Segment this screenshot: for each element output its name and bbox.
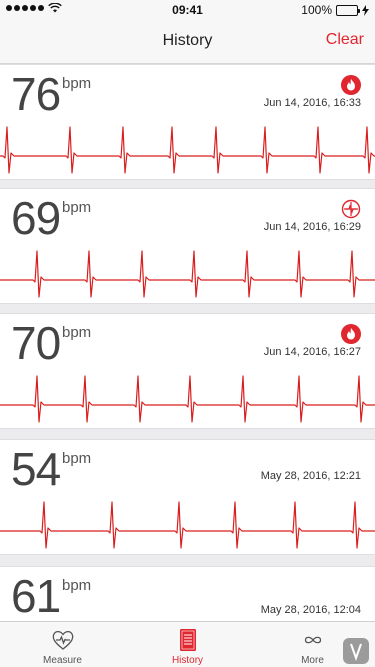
infinity-icon	[304, 636, 321, 644]
flame-icon	[341, 324, 361, 344]
ecg-trace	[0, 501, 375, 549]
tab-label: Measure	[43, 655, 82, 666]
navigation-bar: History Clear	[0, 20, 375, 64]
record-timestamp: Jun 14, 2016, 16:33	[263, 97, 361, 109]
bpm-unit: bpm	[62, 577, 92, 594]
tab-bar: Measure History More	[0, 621, 375, 667]
history-record[interactable]: 76 bpm Jun 14, 2016, 16:33	[0, 64, 375, 180]
ecg-waveform	[0, 501, 375, 549]
bpm-value: 70	[11, 317, 61, 369]
ecg-waveform	[0, 375, 375, 423]
charging-bolt-icon	[362, 4, 369, 16]
flame-icon	[341, 75, 361, 95]
battery-status: 100%	[301, 3, 369, 17]
record-timestamp: Jun 14, 2016, 16:29	[263, 221, 361, 233]
app-corner-badge	[343, 638, 369, 664]
tab-history[interactable]: History	[125, 622, 250, 667]
record-timestamp: May 28, 2016, 12:04	[260, 604, 361, 616]
tab-label: More	[301, 655, 324, 666]
page-title: History	[162, 32, 213, 49]
heart-pulse-icon	[52, 630, 73, 650]
history-record[interactable]: 70 bpm Jun 14, 2016, 16:27	[0, 313, 375, 429]
bpm-unit: bpm	[62, 199, 92, 216]
bpm-unit: bpm	[62, 450, 92, 467]
bpm-unit: bpm	[62, 75, 92, 92]
battery-icon	[336, 4, 360, 16]
history-record[interactable]: 61 bpm May 28, 2016, 12:04	[0, 566, 375, 621]
record-timestamp: Jun 14, 2016, 16:27	[263, 346, 361, 358]
bpm-value: 54	[11, 443, 61, 495]
bpm-value: 69	[11, 192, 61, 244]
clear-button[interactable]: Clear	[326, 31, 364, 49]
status-bar: 09:41 100%	[0, 0, 375, 20]
bpm-unit: bpm	[62, 324, 92, 341]
bpm-value: 76	[11, 68, 61, 120]
history-record[interactable]: 54 bpm May 28, 2016, 12:21	[0, 439, 375, 555]
bpm-value: 61	[11, 570, 61, 621]
ecg-trace	[0, 250, 375, 298]
crosshair-icon	[341, 199, 361, 219]
ecg-trace	[0, 375, 375, 423]
tab-label: History	[171, 655, 204, 666]
battery-percent: 100%	[301, 3, 332, 17]
ecg-trace	[0, 126, 375, 174]
tab-measure[interactable]: Measure	[0, 622, 125, 667]
record-timestamp: May 28, 2016, 12:21	[260, 470, 361, 482]
logo-mark-icon	[350, 643, 362, 661]
history-record[interactable]: 69 bpm Jun 14, 2016, 16:29	[0, 188, 375, 304]
history-list[interactable]: 76 bpm Jun 14, 2016, 16:33 69 bpm Jun 14…	[0, 64, 375, 621]
ecg-waveform	[0, 250, 375, 298]
book-list-icon	[179, 629, 196, 651]
ecg-waveform	[0, 126, 375, 174]
